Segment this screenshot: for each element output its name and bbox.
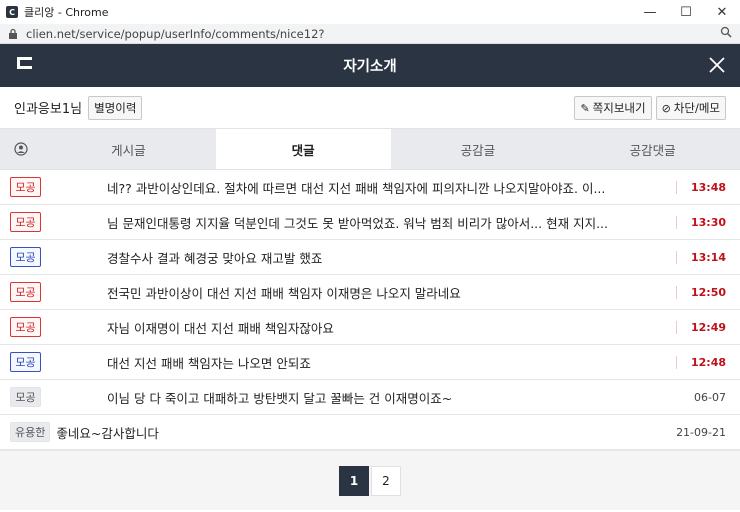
comment-text[interactable]: 네?? 과반이상인데요. 절차에 따르면 대선 지선 패배 책임자에 피의자니깐… [41,178,676,197]
board-badge[interactable]: 모공 [10,352,41,372]
zoom-icon[interactable] [720,26,732,41]
close-icon[interactable] [708,56,726,74]
page-button-2[interactable]: 2 [371,465,401,496]
block-memo-button[interactable]: ⊘ 차단/메모 [655,95,726,120]
comment-text[interactable]: 경찰수사 결과 혜경궁 맞아요 재고발 했죠 [41,248,676,267]
list-item[interactable]: 모공 이님 당 다 죽이고 대패하고 방탄뱃지 달고 꿀빠는 건 이재명이죠~ … [0,380,740,415]
send-message-button[interactable]: ✎ 쪽지보내기 [574,95,652,120]
pencil-icon: ✎ [580,101,590,115]
send-message-label: 쪽지보내기 [592,100,646,115]
board-badge[interactable]: 모공 [10,247,41,267]
comment-time: 21-09-21 [676,425,726,439]
maximize-icon[interactable]: ☐ [668,0,704,24]
comment-text[interactable]: 이님 당 다 죽이고 대패하고 방탄뱃지 달고 꿀빠는 건 이재명이죠~ [41,388,676,407]
popup-header: 자기소개 [0,44,740,87]
app-icon: C [6,6,18,18]
tab-posts[interactable]: 게시글 [41,129,216,169]
board-badge[interactable]: 모공 [10,282,41,302]
page-button-1[interactable]: 1 [339,465,369,496]
lock-icon [8,28,20,40]
comment-time: 12:50 [676,285,726,299]
window-title: 클리앙 - Chrome [24,6,109,19]
close-window-icon[interactable]: ✕ [704,0,740,24]
tab-bar: 게시글 댓글 공감글 공감댓글 [0,129,740,170]
block-memo-label: 차단/메모 [673,100,720,115]
nick-history-button[interactable]: 별명이력 [88,95,143,120]
window-titlebar: C 클리앙 - Chrome — ☐ ✕ [0,0,740,24]
comment-time: 13:30 [676,215,726,229]
comment-text[interactable]: 전국민 과반이상이 대선 지선 패배 책임자 이재명은 나오지 말라네요 [41,283,676,302]
minimize-icon[interactable]: — [632,0,668,24]
comment-text[interactable]: 대선 지선 패배 책임자는 나오면 안되죠 [41,353,676,372]
comment-text[interactable]: 님 문재인대통령 지지율 덕분인데 그것도 못 받아먹었죠. 워낙 범죄 비리가… [41,213,676,232]
board-badge[interactable]: 모공 [10,387,41,407]
comment-time: 12:48 [676,355,726,369]
list-item[interactable]: 유용한 좋네요~감사합니다 21-09-21 [0,415,740,450]
list-item[interactable]: 모공 자님 이재명이 대선 지선 패배 책임자잖아요 12:49 [0,310,740,345]
user-name: 인과응보1님 [14,102,83,117]
tab-liked-comments[interactable]: 공감댓글 [565,129,740,169]
page-title: 자기소개 [343,59,397,75]
list-item[interactable]: 모공 님 문재인대통령 지지율 덕분인데 그것도 못 받아먹었죠. 워낙 범죄 … [0,205,740,240]
board-badge[interactable]: 모공 [10,177,41,197]
comment-time: 12:49 [676,320,726,334]
comment-text[interactable]: 좋네요~감사합니다 [50,423,676,442]
list-item[interactable]: 모공 네?? 과반이상인데요. 절차에 따르면 대선 지선 패배 책임자에 피의… [0,170,740,205]
board-badge[interactable]: 유용한 [10,422,51,442]
tab-liked-posts[interactable]: 공감글 [391,129,566,169]
comment-text[interactable]: 자님 이재명이 대선 지선 패배 책임자잖아요 [41,318,676,337]
list-item[interactable]: 모공 대선 지선 패배 책임자는 나오면 안되죠 12:48 [0,345,740,380]
board-badge[interactable]: 모공 [10,317,41,337]
comment-time: 13:48 [676,180,726,194]
comment-time: 06-07 [694,390,726,404]
tab-comments[interactable]: 댓글 [215,129,391,169]
list-item[interactable]: 모공 경찰수사 결과 혜경궁 맞아요 재고발 했죠 13:14 [0,240,740,275]
user-info-bar: 인과응보1님 별명이력 ✎ 쪽지보내기 ⊘ 차단/메모 [0,87,740,129]
user-profile-icon[interactable] [0,129,41,169]
address-bar[interactable]: clien.net/service/popup/userInfo/comment… [0,24,740,44]
clien-logo-icon[interactable] [15,55,35,71]
url-text[interactable]: clien.net/service/popup/userInfo/comment… [26,27,720,41]
board-badge[interactable]: 모공 [10,212,41,232]
list-item[interactable]: 모공 전국민 과반이상이 대선 지선 패배 책임자 이재명은 나오지 말라네요 … [0,275,740,310]
comment-time: 13:14 [676,250,726,264]
comment-list: 모공 네?? 과반이상인데요. 절차에 따르면 대선 지선 패배 책임자에 피의… [0,170,740,450]
pagination: 1 2 [0,450,740,510]
block-icon: ⊘ [661,101,671,115]
